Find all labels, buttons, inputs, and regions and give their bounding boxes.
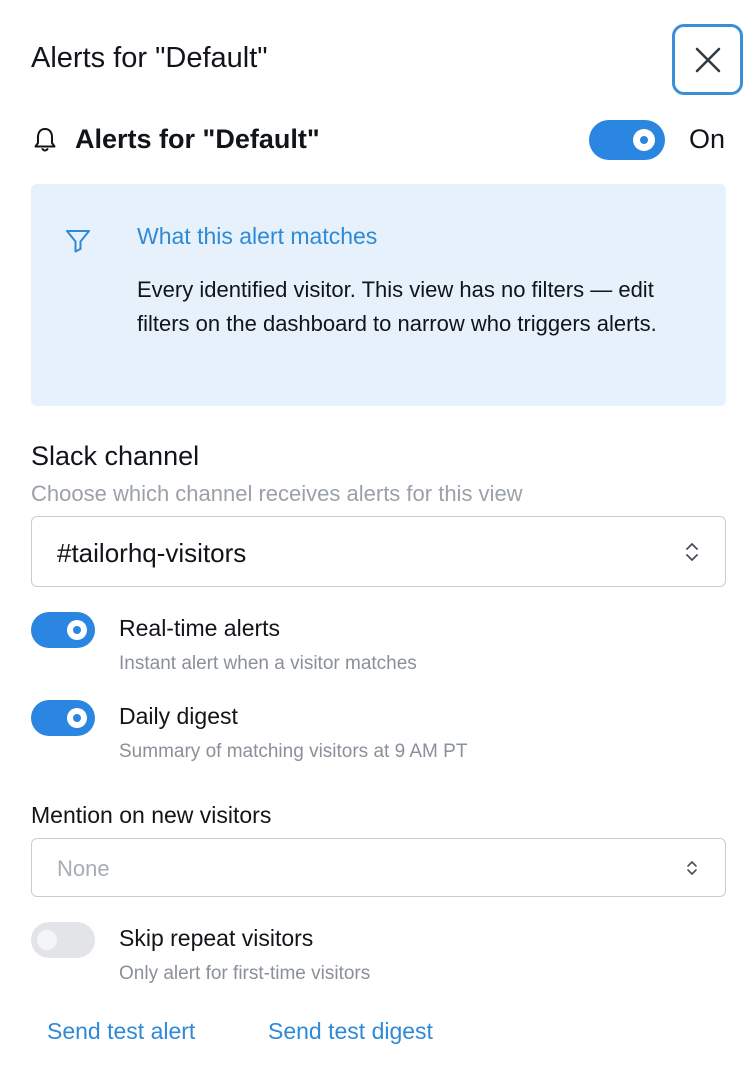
match-title: What this alert matches <box>137 223 378 249</box>
filter-icon <box>66 230 90 253</box>
chevron-up-down-icon <box>686 543 698 561</box>
realtime-alerts-toggle[interactable] <box>31 612 95 648</box>
match-description: Every identified visitor. This view has … <box>137 277 657 336</box>
mention-placeholder: None <box>57 856 110 881</box>
daily-digest-toggle[interactable] <box>31 700 95 736</box>
slack-channel-select[interactable]: #tailorhq-visitors <box>31 516 726 587</box>
skip-repeat-toggle[interactable] <box>31 922 95 958</box>
close-button[interactable] <box>672 24 743 95</box>
daily-digest-description: Summary of matching visitors at 9 AM PT <box>119 741 468 762</box>
mention-label: Mention on new visitors <box>31 802 272 828</box>
close-icon <box>695 47 720 72</box>
send-test-alert-link[interactable]: Send test alert <box>47 1018 195 1045</box>
slack-channel-help: Choose which channel receives alerts for… <box>31 481 523 506</box>
chevron-up-down-icon <box>687 861 697 875</box>
match-info-box: What this alert matches Every identified… <box>31 184 726 406</box>
realtime-alerts-title: Real-time alerts <box>119 615 281 641</box>
alerts-title: Alerts for "Default" <box>75 124 320 154</box>
skip-repeat-description: Only alert for first-time visitors <box>119 963 371 984</box>
realtime-alerts-description: Instant alert when a visitor matches <box>119 653 417 674</box>
mention-select[interactable]: None <box>31 838 726 897</box>
alerts-enabled-toggle[interactable] <box>589 120 665 160</box>
bell-icon <box>34 128 56 152</box>
send-test-digest-link[interactable]: Send test digest <box>268 1018 433 1045</box>
alerts-toggle-row: Alerts for "Default" On <box>31 118 731 162</box>
alerts-state-label: On <box>689 124 726 154</box>
daily-digest-title: Daily digest <box>119 703 238 729</box>
skip-repeat-title: Skip repeat visitors <box>119 925 314 951</box>
panel-title: Alerts for "Default" <box>31 42 268 74</box>
slack-channel-label: Slack channel <box>31 441 200 471</box>
slack-channel-value: #tailorhq-visitors <box>57 538 247 568</box>
